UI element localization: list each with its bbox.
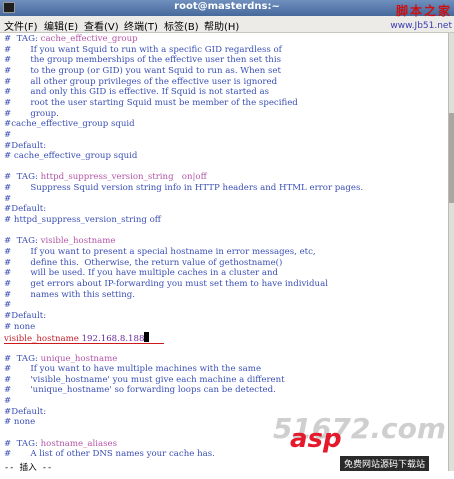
tag-prefix: # TAG: — [4, 353, 41, 364]
menu-bar: 文件(F) 编辑(E) 查看(V) 终端(T) 标签(B) 帮助(H) — [0, 16, 454, 33]
editor-line: #Default: — [4, 310, 47, 321]
editor-line: # — [4, 300, 12, 311]
scrollbar-thumb[interactable] — [449, 113, 454, 203]
editor-line: # 'unique_hostname' so forwarding loops … — [4, 385, 276, 396]
editor-line: # the group memberships of the effective… — [4, 55, 281, 66]
editor-line: visible_hostname 192.168.8.188 — [4, 332, 150, 344]
editor-line: # none — [4, 417, 36, 428]
editor-line: # TAG: httpd_suppress_version_string on|… — [4, 172, 207, 183]
editor-line: # define this. Otherwise, the return val… — [4, 257, 283, 268]
watermark-slogan: 免费网站源码下载站 — [340, 456, 430, 471]
watermark-logo: 51672.com asp 免费网站源码下载站 — [273, 412, 450, 471]
tag-options: on|off — [173, 172, 207, 183]
tag-prefix: # TAG: — [4, 172, 41, 183]
tag-name: hostname_aliases — [40, 438, 118, 449]
editor-line: # Suppress Squid version string info in … — [4, 183, 364, 194]
editor-line: # TAG: hostname_aliases — [4, 439, 117, 450]
tag-prefix: # TAG: — [4, 34, 41, 44]
menu-tabs[interactable]: 标签(B) — [164, 18, 199, 33]
watermark-url: www.Jb51.net — [390, 21, 452, 31]
menu-edit[interactable]: 编辑(E) — [44, 18, 78, 33]
editor-line: # root the user starting Squid must be m… — [4, 97, 298, 108]
tag-name: cache_effective_group — [40, 34, 138, 44]
tag-name: httpd_suppress_version_string — [40, 172, 174, 183]
editor-line: #Default: — [4, 406, 47, 417]
editor-line: # If you want to present a special hostn… — [4, 247, 316, 257]
tag-prefix: # TAG: — [4, 438, 41, 449]
editor-line: # — [4, 396, 12, 407]
tag-name: unique_hostname — [40, 353, 118, 364]
editor-line: #cache_effective_group squid — [4, 119, 135, 130]
watermark-title: 脚本之家 — [395, 4, 452, 18]
editor-line: # cache_effective_group squid — [4, 151, 138, 162]
editor-line: # If you want to have multiple machines … — [4, 364, 262, 375]
editor-line: # names with this setting. — [4, 289, 135, 300]
watermark-brand: asp — [290, 424, 342, 454]
editor-line: # to the group (or GID) you want Squid t… — [4, 65, 281, 76]
editor-line: # TAG: visible_hostname — [4, 236, 116, 247]
tag-name: visible_hostname — [40, 236, 116, 247]
editor-line: # group. — [4, 108, 59, 119]
terminal-editor[interactable]: # TAG: cache_effective_group # If you wan… — [0, 33, 448, 471]
window-title: root@masterdns:~ — [174, 1, 280, 12]
editor-line: # all other group privileges of the effe… — [4, 76, 278, 87]
vertical-scrollbar[interactable] — [448, 33, 454, 471]
vim-status-line: -- 插入 -- — [4, 463, 53, 473]
editor-line: # will be used. If you have multiple cac… — [4, 268, 279, 279]
editor-line: # — [4, 129, 12, 140]
window-titlebar: root@masterdns:~ — [0, 0, 454, 16]
editor-line: # and only this GID is effective. If Squ… — [4, 87, 270, 98]
text-cursor — [144, 332, 150, 343]
menu-terminal[interactable]: 终端(T) — [124, 18, 158, 33]
editor-line: # get errors about IP-forwarding you mus… — [4, 278, 328, 289]
editor-line: #Default: — [4, 140, 47, 151]
editor-line: # TAG: cache_effective_group — [4, 34, 138, 45]
editor-line: # — [4, 193, 12, 204]
site-watermark: 脚本之家 www.Jb51.net — [390, 2, 452, 31]
editor-line: # If you want Squid to run with a specif… — [4, 44, 282, 55]
menu-file[interactable]: 文件(F) — [4, 18, 38, 33]
hostname-underline — [4, 343, 164, 344]
editor-line: # none — [4, 321, 36, 332]
editor-line: #Default: — [4, 204, 47, 215]
editor-line: # TAG: unique_hostname — [4, 354, 117, 365]
tag-prefix: # TAG: — [4, 236, 41, 247]
editor-line: # 'visible_hostname' you must give each … — [4, 374, 285, 385]
editor-line: # A list of other DNS names your cache h… — [4, 449, 215, 460]
editor-line: # httpd_suppress_version_string off — [4, 215, 161, 226]
menu-help[interactable]: 帮助(H) — [204, 18, 239, 33]
menu-view[interactable]: 查看(V) — [84, 18, 119, 33]
